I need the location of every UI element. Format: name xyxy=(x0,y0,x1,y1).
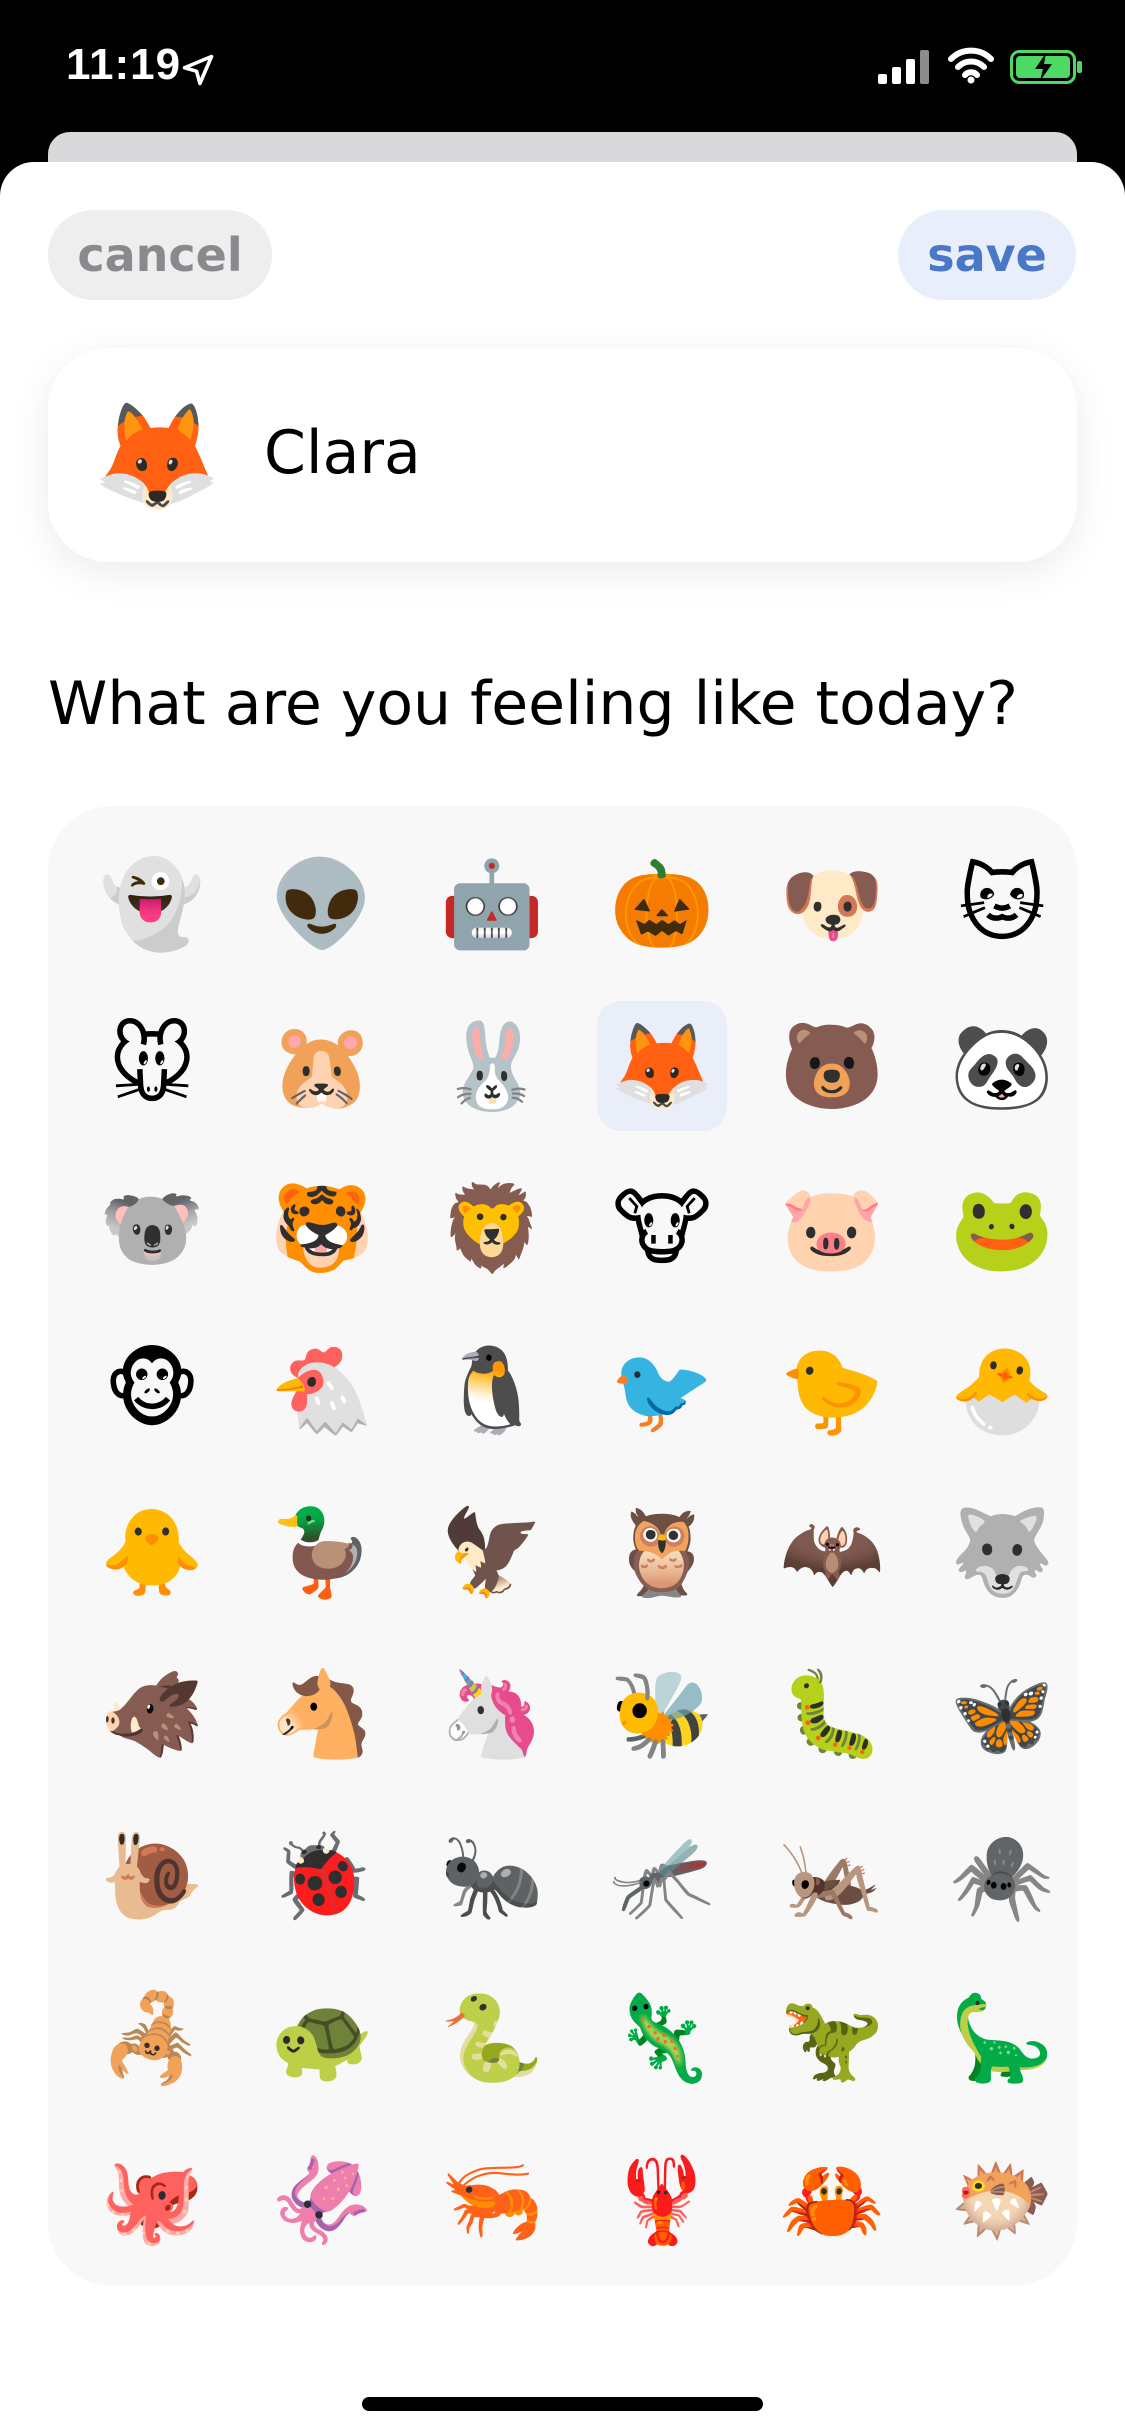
emoji-option[interactable]: 🐢 xyxy=(257,1973,387,2103)
emoji-option[interactable]: 🦁 xyxy=(427,1163,557,1293)
edit-sheet: cancel save 🦊 Clara What are you feeling… xyxy=(0,162,1125,2436)
profile-avatar-emoji: 🦊 xyxy=(92,395,222,517)
emoji-option[interactable]: 🐥 xyxy=(87,1487,217,1617)
emoji-option[interactable]: 👽 xyxy=(257,839,387,969)
cellular-signal-icon xyxy=(878,50,929,84)
emoji-option[interactable]: 🐗 xyxy=(87,1649,217,1779)
emoji-option[interactable]: 🦇 xyxy=(767,1487,897,1617)
emoji-option[interactable]: 🦅 xyxy=(427,1487,557,1617)
emoji-option[interactable]: 🐍 xyxy=(427,1973,557,2103)
emoji-option[interactable]: 🐱 xyxy=(937,839,1067,969)
emoji-option[interactable]: 🐜 xyxy=(427,1811,557,1941)
emoji-option[interactable]: 🐵 xyxy=(87,1325,217,1455)
emoji-option[interactable]: 🐛 xyxy=(767,1649,897,1779)
emoji-option[interactable]: 🦗 xyxy=(767,1811,897,1941)
cancel-button[interactable]: cancel xyxy=(48,210,272,300)
emoji-option[interactable]: 🐼 xyxy=(937,1001,1067,1131)
emoji-option[interactable]: 🦞 xyxy=(597,2135,727,2265)
emoji-option[interactable]: 🐤 xyxy=(767,1325,897,1455)
emoji-option[interactable]: 🐡 xyxy=(937,2135,1067,2265)
emoji-option[interactable]: 🐧 xyxy=(427,1325,557,1455)
emoji-option[interactable]: 🦕 xyxy=(937,1973,1067,2103)
emoji-option[interactable]: 🎃 xyxy=(597,839,727,969)
emoji-option[interactable]: 🐸 xyxy=(937,1163,1067,1293)
emoji-option[interactable]: 🦉 xyxy=(597,1487,727,1617)
emoji-option[interactable]: 🐣 xyxy=(937,1325,1067,1455)
status-time: 11:19 xyxy=(66,40,182,89)
emoji-option[interactable]: 🐙 xyxy=(87,2135,217,2265)
emoji-option[interactable]: 🐻 xyxy=(767,1001,897,1131)
emoji-option[interactable]: 🐦 xyxy=(597,1325,727,1455)
emoji-option[interactable]: 🐷 xyxy=(767,1163,897,1293)
emoji-option[interactable]: 👻 xyxy=(87,839,217,969)
emoji-option[interactable]: 🐯 xyxy=(257,1163,387,1293)
emoji-option[interactable]: 🦎 xyxy=(597,1973,727,2103)
emoji-option[interactable]: 🦋 xyxy=(937,1649,1067,1779)
feeling-question: What are you feeling like today? xyxy=(48,669,1018,739)
emoji-option[interactable]: 🐔 xyxy=(257,1325,387,1455)
location-arrow-icon xyxy=(182,54,214,86)
emoji-option[interactable]: 🐨 xyxy=(87,1163,217,1293)
emoji-option[interactable]: 🦟 xyxy=(597,1811,727,1941)
emoji-option[interactable]: 🐌 xyxy=(87,1811,217,1941)
emoji-option[interactable]: 🦐 xyxy=(427,2135,557,2265)
emoji-option[interactable]: 🦑 xyxy=(257,2135,387,2265)
emoji-option[interactable]: 🐰 xyxy=(427,1001,557,1131)
emoji-option[interactable]: 🤖 xyxy=(427,839,557,969)
emoji-option[interactable]: 🐴 xyxy=(257,1649,387,1779)
emoji-option[interactable]: 🐝 xyxy=(597,1649,727,1779)
emoji-option[interactable]: 🦀 xyxy=(767,2135,897,2265)
emoji-option[interactable]: 🦂 xyxy=(87,1973,217,2103)
emoji-option[interactable]: 🐮 xyxy=(597,1163,727,1293)
emoji-option[interactable]: 🐶 xyxy=(767,839,897,969)
emoji-option[interactable]: 🕷️ xyxy=(937,1811,1067,1941)
wifi-icon xyxy=(948,47,994,84)
home-indicator xyxy=(362,2397,763,2411)
emoji-option[interactable]: 🐭 xyxy=(87,1001,217,1131)
emoji-option[interactable]: 🦆 xyxy=(257,1487,387,1617)
save-button[interactable]: save xyxy=(898,210,1076,300)
emoji-option[interactable]: 🦄 xyxy=(427,1649,557,1779)
emoji-option[interactable]: 🐞 xyxy=(257,1811,387,1941)
emoji-option[interactable]: 🦖 xyxy=(767,1973,897,2103)
status-bar: 11:19 xyxy=(0,0,1125,140)
emoji-picker-grid: 👻 👽 🤖 🎃 🐶 🐱 🐭 🐹 🐰 🦊 🐻 🐼 🐨 🐯 🦁 🐮 🐷 🐸 🐵 🐔 🐧 🐦 🐤 🐣 🐥 🦆 🦅 🦉 🦇 🐺 🐗 🐴 🦄 🐝 🐛 🦋 🐌 🐞 🐜 🦟… xyxy=(48,806,1077,2286)
emoji-option[interactable]: 🐹 xyxy=(257,1001,387,1131)
emoji-option-selected[interactable]: 🦊 xyxy=(597,1001,727,1131)
profile-name: Clara xyxy=(264,418,421,488)
battery-charging-icon xyxy=(1010,50,1082,84)
profile-card: 🦊 Clara xyxy=(48,348,1077,562)
emoji-option[interactable]: 🐺 xyxy=(937,1487,1067,1617)
